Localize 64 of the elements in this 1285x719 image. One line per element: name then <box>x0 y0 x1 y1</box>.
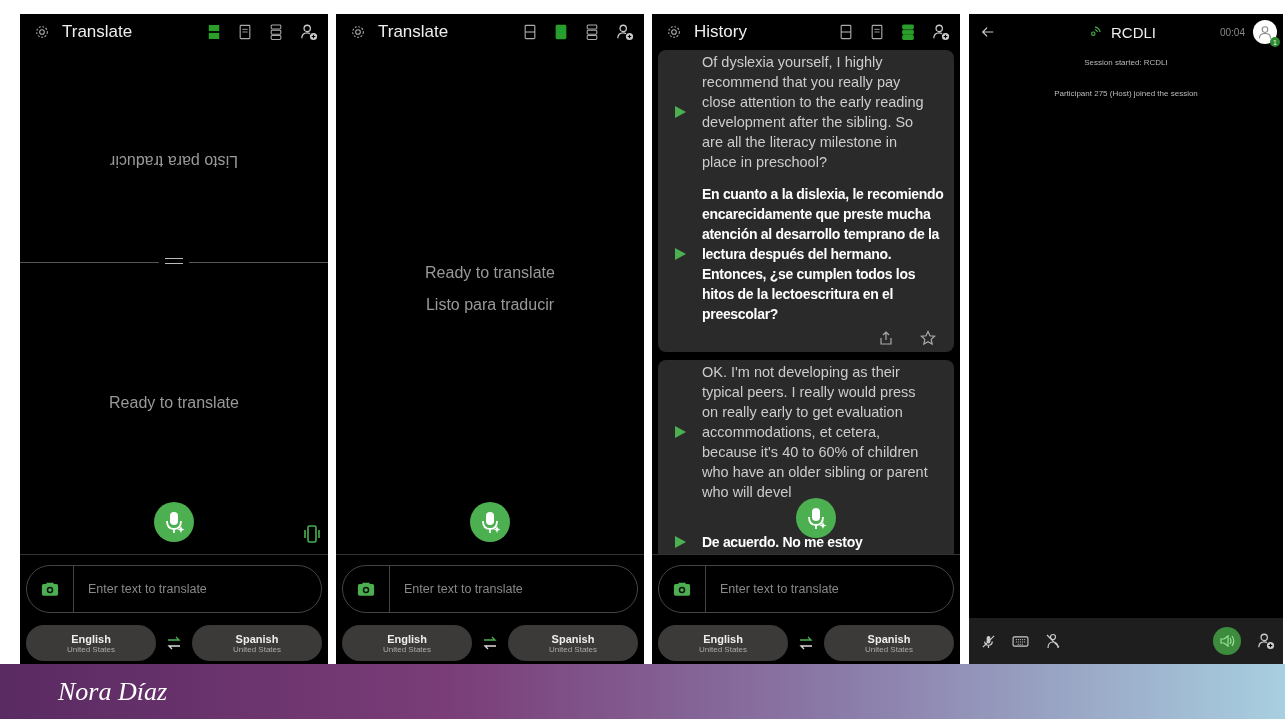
microphone-button[interactable] <box>796 498 836 538</box>
transcript-text: De acuerdo. No me estoy <box>702 533 863 552</box>
language-button[interactable]: Spanish United States <box>192 625 322 661</box>
play-icon[interactable] <box>674 536 686 548</box>
system-message: Participant 275 (Host) joined the session <box>1054 89 1198 98</box>
star-icon[interactable] <box>920 330 936 346</box>
language-button[interactable]: Spanish United States <box>824 625 954 661</box>
status-text: Listo para traducir <box>109 151 239 170</box>
add-person-icon[interactable] <box>1257 632 1275 650</box>
stacked-view-icon[interactable] <box>269 23 283 41</box>
settings-icon[interactable] <box>666 24 682 40</box>
person-icon <box>1257 24 1273 40</box>
language-button[interactable]: English United States <box>26 625 156 661</box>
transcript-text: OK. I'm not developing as their typical peers. I really would press on really early to get evaluation accommodations, et cetera, because it's 40 to 60% of children who have an older sibling or parent who will devel <box>702 363 929 502</box>
screen-title: Translate <box>62 22 134 42</box>
stacked-view-icon[interactable] <box>585 23 599 41</box>
signal-icon <box>1088 26 1101 38</box>
microphone-button[interactable] <box>154 502 194 542</box>
microphone-button[interactable] <box>470 502 510 542</box>
split-view-icon[interactable] <box>207 23 221 41</box>
speaker-button[interactable] <box>1213 627 1241 655</box>
system-message: Session started: RCDLI <box>1084 58 1168 67</box>
status-text: Ready to translate <box>109 394 239 413</box>
microphone-muted-icon[interactable] <box>981 633 996 649</box>
add-person-icon[interactable] <box>932 23 950 41</box>
back-arrow-icon[interactable] <box>981 25 995 39</box>
document-view-icon[interactable] <box>554 23 568 41</box>
split-view-icon[interactable] <box>839 23 853 41</box>
add-person-icon[interactable] <box>616 23 634 41</box>
screen-title: History <box>694 22 748 42</box>
text-input[interactable]: Enter text to translate <box>390 581 637 597</box>
session-title: RCDLI <box>1110 23 1156 41</box>
text-input[interactable]: Enter text to translate <box>74 581 321 597</box>
language-button[interactable]: Spanish United States <box>508 625 638 661</box>
presenter-name: Nora Díaz <box>58 676 168 707</box>
swap-icon[interactable] <box>482 635 498 651</box>
camera-icon[interactable] <box>673 581 691 597</box>
document-view-icon[interactable] <box>238 23 252 41</box>
stacked-view-icon[interactable] <box>901 23 915 41</box>
play-icon[interactable] <box>674 426 686 438</box>
status-text: Ready to translate <box>425 264 555 282</box>
screen-title: Translate <box>378 22 450 42</box>
person-muted-icon[interactable] <box>1045 633 1061 649</box>
settings-icon[interactable] <box>350 24 366 40</box>
status-text: Listo para traducir <box>425 296 555 314</box>
share-icon[interactable] <box>878 330 894 346</box>
split-view-icon[interactable] <box>523 23 537 41</box>
play-icon[interactable] <box>674 248 686 260</box>
keyboard-icon[interactable] <box>1012 634 1029 648</box>
language-button[interactable]: English United States <box>342 625 472 661</box>
camera-icon[interactable] <box>357 581 375 597</box>
text-input[interactable]: Enter text to translate <box>706 581 953 597</box>
play-icon[interactable] <box>674 106 686 118</box>
swap-icon[interactable] <box>166 635 182 651</box>
camera-icon[interactable] <box>41 581 59 597</box>
settings-icon[interactable] <box>34 24 50 40</box>
timer: 00:04 <box>1219 26 1245 38</box>
swap-icon[interactable] <box>798 635 814 651</box>
add-person-icon[interactable] <box>300 23 318 41</box>
language-button[interactable]: English United States <box>658 625 788 661</box>
document-view-icon[interactable] <box>870 23 884 41</box>
transcript-text: En cuanto a la dislexia, le recomiendo encarecidamente que preste mucha atención al desarrollo temprano de la lectura después del hermano. Entonces, ¿se cumplen todos los hitos de la lectoescritura en el preescolar? <box>702 185 945 324</box>
speaker-icon <box>1219 633 1235 649</box>
transcript-text: Of dyslexia yourself, I highly recommend that you really pay close attention to the early reading development after the sibling. So are all the literacy milestone in place in preschool? <box>702 53 925 172</box>
